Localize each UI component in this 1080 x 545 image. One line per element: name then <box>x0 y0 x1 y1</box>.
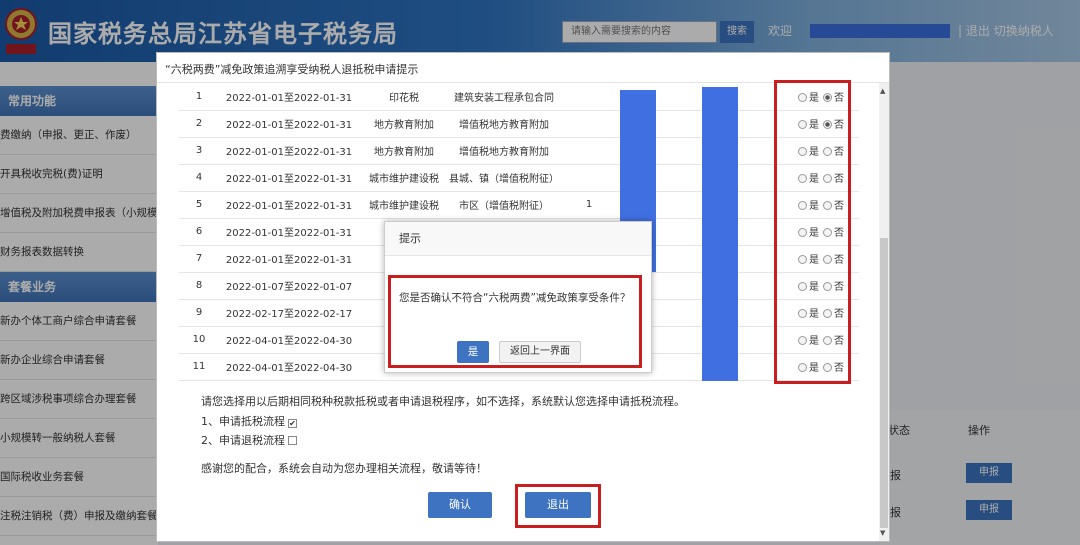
exit-button[interactable]: 退出 <box>525 492 591 518</box>
note-thanks: 感谢您的配合，系统会自动为您办理相关流程，敬请等待！ <box>201 462 487 475</box>
row-tax-type: 地方教育附加 <box>359 137 449 165</box>
scroll-thumb[interactable] <box>880 238 888 528</box>
row-number: 2 <box>179 110 219 138</box>
row-tax-item: 县城、镇（增值税附征） <box>449 164 559 192</box>
table-row: 5 2022-01-01至2022-01-31 城市维护建设税 市区（增值税附征） 1 是… <box>179 191 859 219</box>
confirm-button[interactable]: 确认 <box>428 492 492 518</box>
dialog-title: 提示 <box>385 222 651 256</box>
row-number: 3 <box>179 137 219 165</box>
row-amount <box>559 164 619 192</box>
row-number: 4 <box>179 164 219 192</box>
row-tax-type: 地方教育附加 <box>359 110 449 138</box>
row-number: 9 <box>179 299 219 327</box>
option-refund-label: 2、申请退税流程 <box>201 434 285 447</box>
highlight-radio-column <box>774 80 851 384</box>
row-tax-type: 城市维护建设税 <box>359 164 449 192</box>
table-row: 4 2022-01-01至2022-01-31 城市维护建设税 县城、镇（增值税附征）… <box>179 164 859 192</box>
row-period: 2022-01-01至2022-01-31 <box>219 83 359 111</box>
row-number: 6 <box>179 218 219 246</box>
highlight-dialog <box>388 275 642 368</box>
row-period: 2022-01-01至2022-01-31 <box>219 164 359 192</box>
row-period: 2022-01-07至2022-01-07 <box>219 272 359 300</box>
scroll-down-icon[interactable]: ▼ <box>880 529 885 537</box>
row-tax-item: 市区（增值税附征） <box>449 191 559 219</box>
table-row: 1 2022-01-01至2022-01-31 印花税 建筑安装工程承包合同是否 <box>179 83 859 111</box>
modal-title: “六税两费”减免政策追溯享受纳税人退抵税申请提示 <box>165 63 419 76</box>
row-period: 2022-04-01至2022-04-30 <box>219 353 359 381</box>
row-number: 7 <box>179 245 219 273</box>
row-period: 2022-01-01至2022-01-31 <box>219 137 359 165</box>
row-number: 11 <box>179 353 219 381</box>
row-period: 2022-02-17至2022-02-17 <box>219 299 359 327</box>
row-amount <box>559 83 619 111</box>
row-tax-type: 印花税 <box>359 83 449 111</box>
row-number: 10 <box>179 326 219 354</box>
option-offset: 1、申请抵税流程 ✔ <box>201 413 297 429</box>
modal-scrollbar[interactable]: ▲ ▼ <box>879 83 889 541</box>
row-period: 2022-01-01至2022-01-31 <box>219 191 359 219</box>
option-refund: 2、申请退税流程 <box>201 432 297 448</box>
row-tax-type: 城市维护建设税 <box>359 191 449 219</box>
row-period: 2022-04-01至2022-04-30 <box>219 326 359 354</box>
row-amount: 1 <box>559 191 619 219</box>
row-tax-item: 建筑安装工程承包合同 <box>449 83 559 111</box>
table-row: 3 2022-01-01至2022-01-31 地方教育附加 增值税地方教育附加是否 <box>179 137 859 165</box>
row-number: 1 <box>179 83 219 111</box>
option-offset-label: 1、申请抵税流程 <box>201 415 285 428</box>
row-number: 8 <box>179 272 219 300</box>
row-period: 2022-01-01至2022-01-31 <box>219 110 359 138</box>
option-refund-checkbox[interactable] <box>288 436 297 445</box>
row-tax-item: 增值税地方教育附加 <box>449 137 559 165</box>
row-amount <box>559 110 619 138</box>
row-number: 5 <box>179 191 219 219</box>
scroll-up-icon[interactable]: ▲ <box>880 87 885 95</box>
row-amount <box>559 137 619 165</box>
redacted-column-b <box>702 87 738 381</box>
note-instruction: 请您选择用以后期相同税种税款抵税或者申请退税程序，如不选择，系统默认您选择申请抵… <box>201 395 685 408</box>
row-tax-item: 增值税地方教育附加 <box>449 110 559 138</box>
row-period: 2022-01-01至2022-01-31 <box>219 218 359 246</box>
option-offset-checkbox[interactable]: ✔ <box>288 419 297 428</box>
table-row: 2 2022-01-01至2022-01-31 地方教育附加 增值税地方教育附加是否 <box>179 110 859 138</box>
row-period: 2022-01-01至2022-01-31 <box>219 245 359 273</box>
